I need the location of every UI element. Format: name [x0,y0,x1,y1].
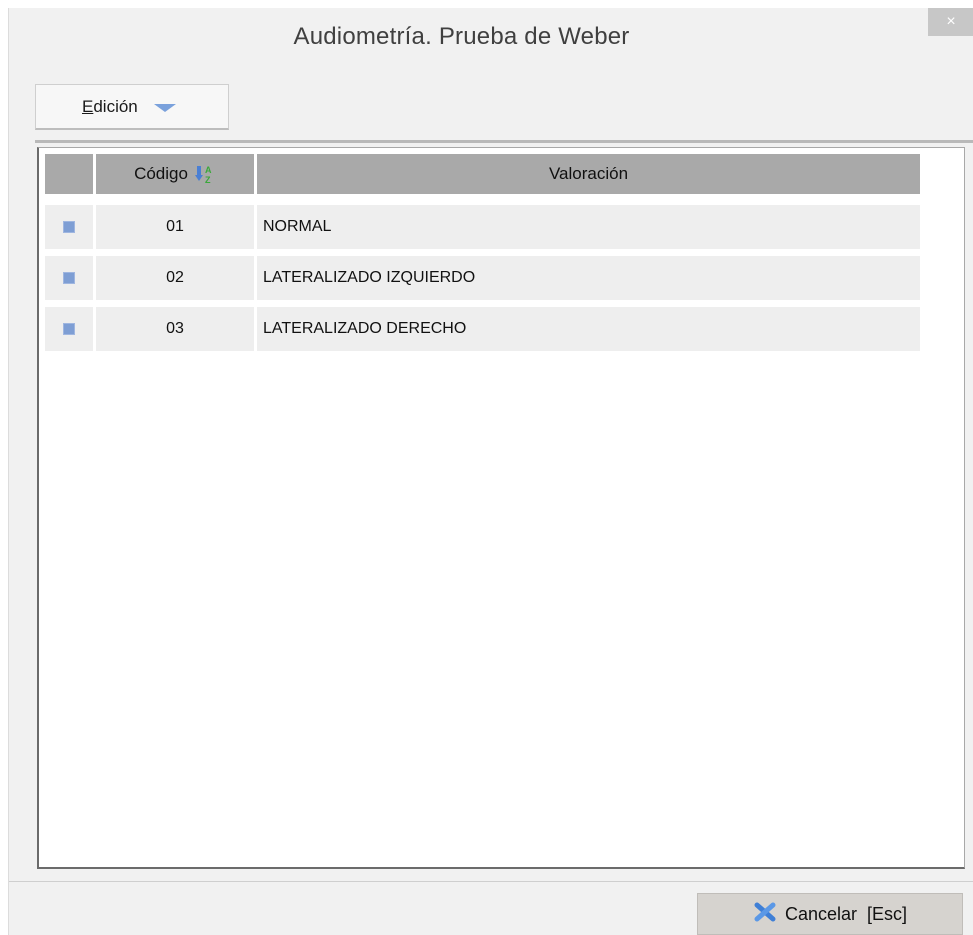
cell-valoracion: NORMAL [257,205,920,249]
data-grid: Código A Z Valoración 01 NORMAL 02 LATER… [37,147,965,869]
cell-codigo: 02 [96,256,257,300]
cancel-button[interactable]: Cancelar [Esc] [697,893,963,935]
row-selector[interactable] [45,256,96,300]
table-row[interactable]: 02 LATERALIZADO IZQUIERDO [45,256,920,300]
column-header-codigo-label: Código [134,164,188,183]
table-row[interactable]: 03 LATERALIZADO DERECHO [45,307,920,351]
toolbar: Edición [35,84,229,130]
chevron-down-icon [153,103,176,112]
table-row[interactable]: 01 NORMAL [45,205,920,249]
sort-az-icon: A Z [194,163,216,185]
cell-valoracion: LATERALIZADO DERECHO [257,307,920,351]
column-header-valoracion[interactable]: Valoración [257,154,920,194]
row-marker-icon [63,323,75,335]
grid-header: Código A Z Valoración [45,154,920,194]
edicion-menu-button[interactable]: Edición [36,85,228,128]
title-bar: Audiometría. Prueba de Weber × [9,8,973,68]
close-button[interactable]: × [928,8,973,36]
row-selector[interactable] [45,205,96,249]
cell-codigo: 03 [96,307,257,351]
dialog-window: Audiometría. Prueba de Weber × Edición C… [8,8,973,935]
svg-text:Z: Z [205,175,211,185]
row-marker-icon [63,221,75,233]
column-header-selector[interactable] [45,154,96,194]
edicion-menu-label: Edición [82,96,138,116]
row-selector[interactable] [45,307,96,351]
close-icon: × [946,13,956,30]
cell-codigo: 01 [96,205,257,249]
svg-text:A: A [205,165,212,175]
cell-valoracion: LATERALIZADO IZQUIERDO [257,256,920,300]
close-x-icon [753,901,777,928]
footer-divider [9,881,973,882]
column-header-codigo[interactable]: Código A Z [96,154,257,194]
window-title: Audiometría. Prueba de Weber [293,23,630,50]
toolbar-divider [35,140,973,143]
cancel-button-label: Cancelar [Esc] [784,903,908,924]
row-marker-icon [63,272,75,284]
